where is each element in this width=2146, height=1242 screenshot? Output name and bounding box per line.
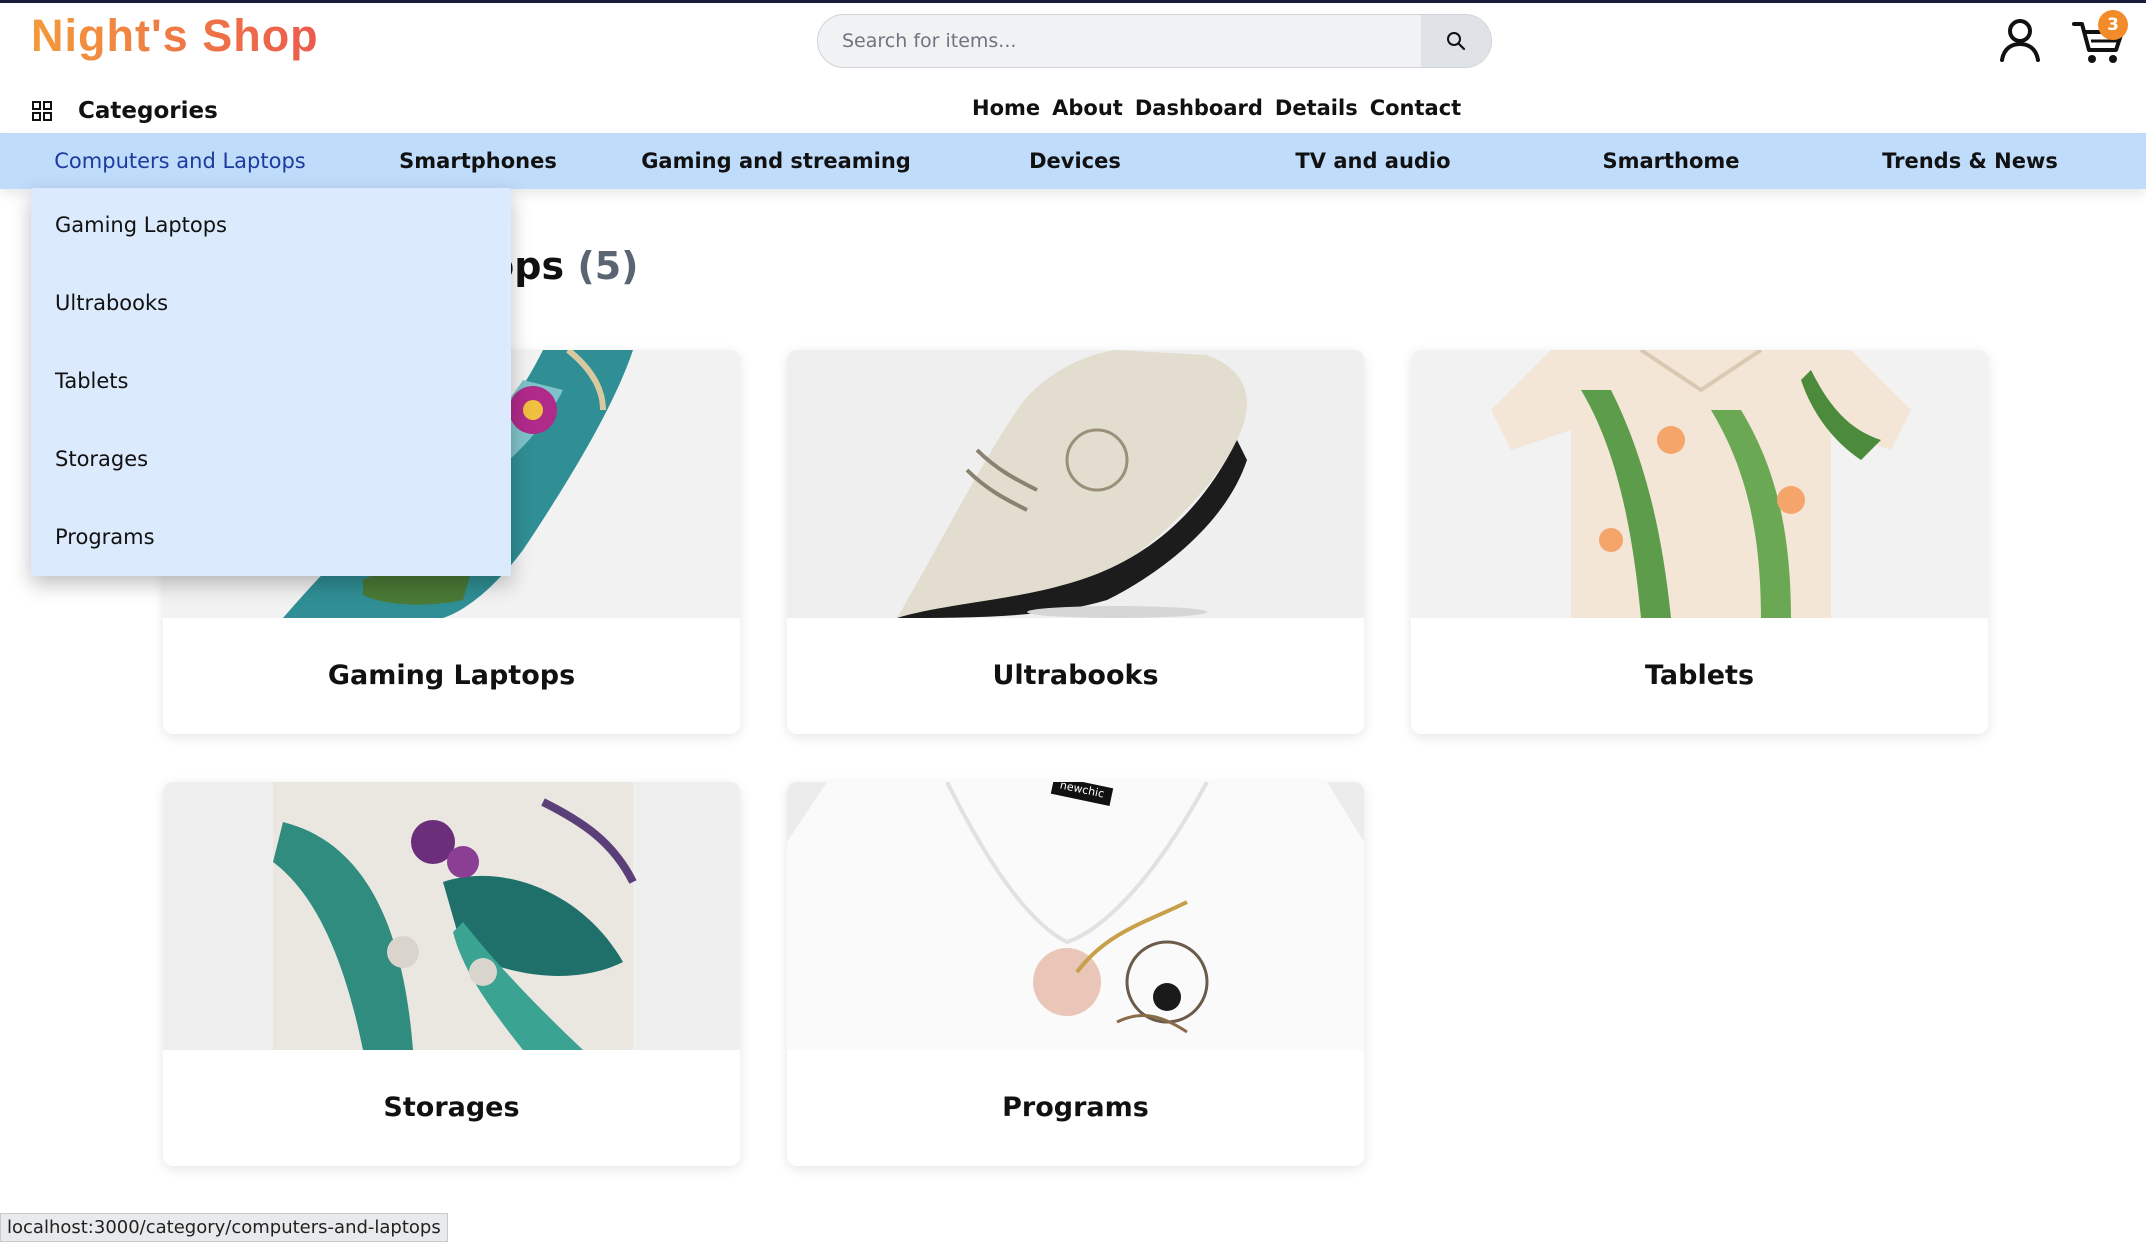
nav-details[interactable]: Details xyxy=(1275,96,1358,120)
product-image xyxy=(787,350,1364,618)
category-gaming-and-streaming[interactable]: Gaming and streaming xyxy=(641,133,911,189)
category-trends-and-news[interactable]: Trends & News xyxy=(1882,133,2058,189)
product-count: (5) xyxy=(577,244,639,288)
search-icon xyxy=(1447,32,1466,51)
search-bar xyxy=(817,14,1492,68)
nav-about[interactable]: About xyxy=(1052,96,1123,120)
search-button[interactable] xyxy=(1421,15,1491,67)
dropdown-item-ultrabooks[interactable]: Ultrabooks xyxy=(55,291,168,315)
category-bar: Computers and Laptops Smartphones Gaming… xyxy=(0,133,2146,189)
product-card[interactable]: Ultrabooks xyxy=(787,350,1364,734)
categories-label: Categories xyxy=(78,98,218,124)
category-dropdown: Gaming Laptops Ultrabooks Tablets Storag… xyxy=(31,188,511,576)
user-icon xyxy=(2000,19,2040,62)
product-name: Ultrabooks xyxy=(992,660,1159,691)
top-border xyxy=(0,0,2146,3)
category-devices[interactable]: Devices xyxy=(1029,133,1121,189)
cart-count-badge: 3 xyxy=(2098,10,2128,40)
dropdown-item-storages[interactable]: Storages xyxy=(55,447,148,471)
category-smartphones[interactable]: Smartphones xyxy=(399,133,557,189)
nav-contact[interactable]: Contact xyxy=(1370,96,1462,120)
product-name: Storages xyxy=(383,1092,520,1123)
dropdown-item-gaming-laptops[interactable]: Gaming Laptops xyxy=(55,213,227,237)
category-computers-and-laptops[interactable]: Computers and Laptops xyxy=(54,133,305,189)
main-nav: Home About Dashboard Details Contact xyxy=(972,96,1461,120)
nav-dashboard[interactable]: Dashboard xyxy=(1135,96,1263,120)
product-card[interactable]: Tablets xyxy=(1411,350,1988,734)
account-button[interactable] xyxy=(1996,16,2044,66)
dropdown-item-tablets[interactable]: Tablets xyxy=(55,369,128,393)
product-card[interactable]: Storages xyxy=(163,782,740,1166)
product-image: newchic xyxy=(787,782,1364,1050)
product-name: Programs xyxy=(1002,1092,1149,1123)
product-image xyxy=(1411,350,1988,618)
category-tv-and-audio[interactable]: TV and audio xyxy=(1295,133,1450,189)
product-name: Tablets xyxy=(1644,660,1755,691)
nav-home[interactable]: Home xyxy=(972,96,1040,120)
categories-toggle[interactable]: Categories xyxy=(32,95,218,127)
product-card[interactable]: newchic Programs xyxy=(787,782,1364,1166)
grid-icon xyxy=(32,101,52,121)
search-input[interactable] xyxy=(818,15,1418,67)
status-bar-url: localhost:3000/category/computers-and-la… xyxy=(0,1213,448,1242)
product-name: Gaming Laptops xyxy=(327,660,576,691)
dropdown-item-programs[interactable]: Programs xyxy=(55,525,155,549)
product-image xyxy=(163,782,740,1050)
brand-logo[interactable]: Night's Shop xyxy=(31,10,319,62)
category-smarthome[interactable]: Smarthome xyxy=(1602,133,1739,189)
